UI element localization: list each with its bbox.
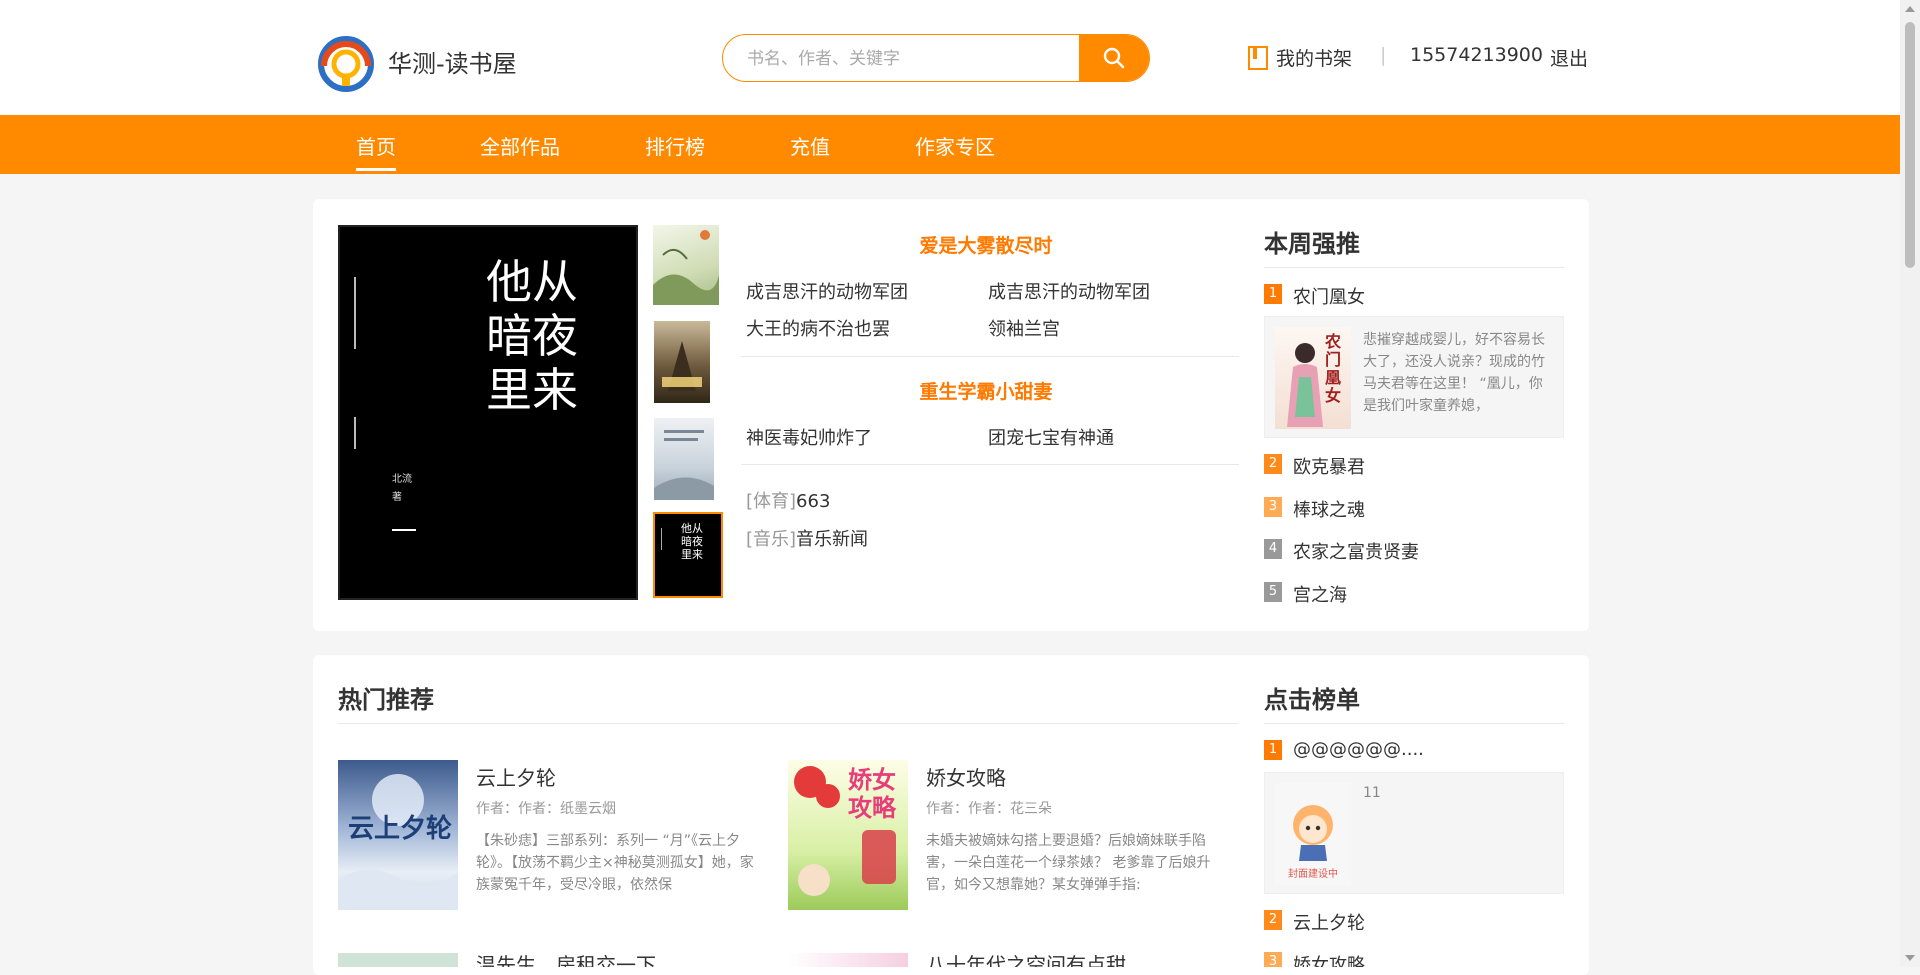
featured-thumb-2[interactable] [654, 321, 710, 403]
big-cover-author: 北流著 [392, 474, 412, 503]
rank-badge: 4 [1264, 539, 1282, 559]
header-divider: | [1380, 44, 1387, 66]
divider [741, 464, 1239, 465]
cover-decoration [354, 417, 356, 449]
bookshelf-icon [1248, 45, 1268, 70]
scroll-down-icon[interactable] [1905, 955, 1915, 961]
placeholder-mascot-icon [1293, 805, 1333, 861]
cover-placeholder-text: 封面建设中 [1288, 869, 1338, 880]
weekly-item[interactable]: 欧克暴君 [1293, 453, 1365, 479]
click-top-cover: 封面建设中 [1275, 783, 1351, 885]
divider [1264, 267, 1564, 268]
nav-rankings[interactable]: 排行榜 [645, 131, 705, 160]
logout-link[interactable]: 退出 [1550, 44, 1588, 71]
divider [1264, 723, 1564, 724]
thumb-art [654, 430, 714, 500]
featured-big-cover[interactable]: 他从暗夜里来 北流著 [338, 225, 638, 600]
book-author: 作者：作者：花三朵 [926, 801, 1052, 817]
weekly-item[interactable]: 农家之富贵贤妻 [1293, 538, 1419, 564]
search-input[interactable] [745, 35, 1079, 81]
weekly-item[interactable]: 农门凰女 [1293, 283, 1365, 309]
weekly-top-card[interactable]: 农门凰女 悲摧穿越成婴儿，好不容易长大了，还没人说亲？现成的竹马夫君等在这里！ … [1264, 316, 1564, 438]
book-cover[interactable]: 娇女攻略 [788, 760, 908, 910]
book-title[interactable]: 云上夕轮 [476, 762, 556, 791]
main-nav: 首页 全部作品 排行榜 充值 作家专区 [0, 115, 1900, 174]
featured-group2-title[interactable]: 重生学霸小甜妻 [741, 377, 1231, 404]
book-desc: 【朱砂痣】三部系列：系列一 “月”《云上夕轮》。【放荡不羁少主×神秘莫测孤女】她… [476, 833, 754, 893]
click-item[interactable]: 云上夕轮 [1293, 909, 1365, 935]
divider [741, 356, 1239, 357]
top-header: 华测-读书屋 我的书架 | 15574213900 退出 [0, 0, 1900, 115]
thumb-art [662, 341, 702, 391]
featured-link[interactable]: 成吉思汗的动物军团 [988, 278, 1150, 304]
rank-badge: 1 [1264, 740, 1282, 760]
site-name[interactable]: 华测-读书屋 [388, 44, 517, 79]
search-button[interactable] [1079, 35, 1149, 81]
book-cover[interactable] [788, 953, 908, 967]
category-link[interactable]: [音乐]音乐新闻 [746, 525, 868, 551]
cover-title: 娇女攻略 [848, 765, 896, 822]
nav-all-works[interactable]: 全部作品 [480, 131, 560, 160]
rank-badge: 5 [1264, 582, 1282, 602]
big-cover-title: 他从暗夜里来 [486, 255, 578, 417]
cover-decoration [661, 528, 662, 550]
thumb-cover-title: 他从暗夜里来 [681, 522, 703, 561]
page-scrollbar[interactable] [1900, 0, 1920, 967]
click-item[interactable]: @@@@@@.... [1293, 739, 1424, 760]
featured-thumb-1[interactable] [653, 225, 719, 305]
rank-badge: 3 [1264, 952, 1282, 967]
bookshelf-label: 我的书架 [1276, 48, 1353, 70]
featured-thumb-4[interactable]: 他从暗夜里来 [653, 512, 723, 598]
divider [338, 723, 1238, 724]
book-title[interactable]: 娇女攻略 [926, 762, 1006, 791]
cover-decoration [392, 529, 416, 531]
book-author: 作者：作者：纸墨云烟 [476, 801, 616, 817]
featured-link[interactable]: 成吉思汗的动物军团 [746, 278, 908, 304]
book-title[interactable]: 温先生，房租交一下 [476, 952, 656, 967]
category-link[interactable]: [体育]663 [746, 487, 830, 513]
scroll-up-icon[interactable] [1905, 6, 1915, 12]
scrollbar-thumb[interactable] [1905, 22, 1915, 268]
rank-badge: 3 [1264, 497, 1282, 517]
hot-title: 热门推荐 [338, 686, 434, 714]
rank-badge: 1 [1264, 284, 1282, 304]
click-count: 11 [1363, 785, 1381, 801]
featured-link[interactable]: 领袖兰宫 [988, 315, 1060, 341]
search-box [722, 34, 1150, 82]
book-desc: 未婚夫被嫡妹勾搭上要退婚？后娘嫡妹联手陷害，一朵白莲花一个绿茶婊？ 老爹靠了后娘… [926, 833, 1211, 893]
search-icon [1103, 47, 1125, 69]
nav-recharge[interactable]: 充值 [790, 131, 830, 160]
featured-thumb-3[interactable] [654, 418, 714, 500]
rank-badge: 2 [1264, 454, 1282, 474]
weekly-top-desc: 悲摧穿越成婴儿，好不容易长大了，还没人说亲？现成的竹马夫君等在这里！ “凰儿，你… [1363, 332, 1545, 414]
book-title[interactable]: 八十年代之空间有点甜 [926, 952, 1126, 967]
site-logo[interactable] [318, 36, 374, 92]
nav-author-zone[interactable]: 作家专区 [915, 131, 995, 160]
weekly-title: 本周强推 [1264, 230, 1360, 258]
category-name: 663 [796, 491, 831, 512]
rank-badge: 2 [1264, 910, 1282, 930]
category-tag: [体育] [746, 491, 797, 512]
book-cover[interactable]: 云上夕轮 [338, 760, 458, 910]
clicks-title: 点击榜单 [1264, 686, 1360, 714]
category-name: 音乐新闻 [796, 529, 869, 550]
featured-link[interactable]: 大王的病不治也罢 [746, 315, 890, 341]
click-item[interactable]: 娇女攻略 [1293, 951, 1365, 967]
cover-title: 云上夕轮 [348, 814, 453, 844]
weekly-item[interactable]: 宫之海 [1293, 581, 1347, 607]
weekly-item[interactable]: 棒球之魂 [1293, 496, 1365, 522]
cover-title: 农门凰女 [1325, 332, 1342, 405]
nav-home[interactable]: 首页 [356, 131, 396, 171]
user-phone[interactable]: 15574213900 [1410, 44, 1543, 66]
book-cover[interactable] [338, 953, 458, 967]
featured-link[interactable]: 神医毒妃帅炸了 [746, 424, 872, 450]
weekly-top-cover: 农门凰女 [1275, 327, 1351, 429]
featured-link[interactable]: 团宠七宝有神通 [988, 424, 1114, 450]
click-top-card[interactable]: 封面建设中 11 [1264, 772, 1564, 894]
cover-decoration [354, 277, 356, 349]
bookshelf-link[interactable]: 我的书架 [1248, 44, 1352, 71]
category-tag: [音乐] [746, 529, 797, 550]
featured-group1-title[interactable]: 爱是大雾散尽时 [741, 231, 1231, 258]
thumb-art [653, 230, 719, 305]
